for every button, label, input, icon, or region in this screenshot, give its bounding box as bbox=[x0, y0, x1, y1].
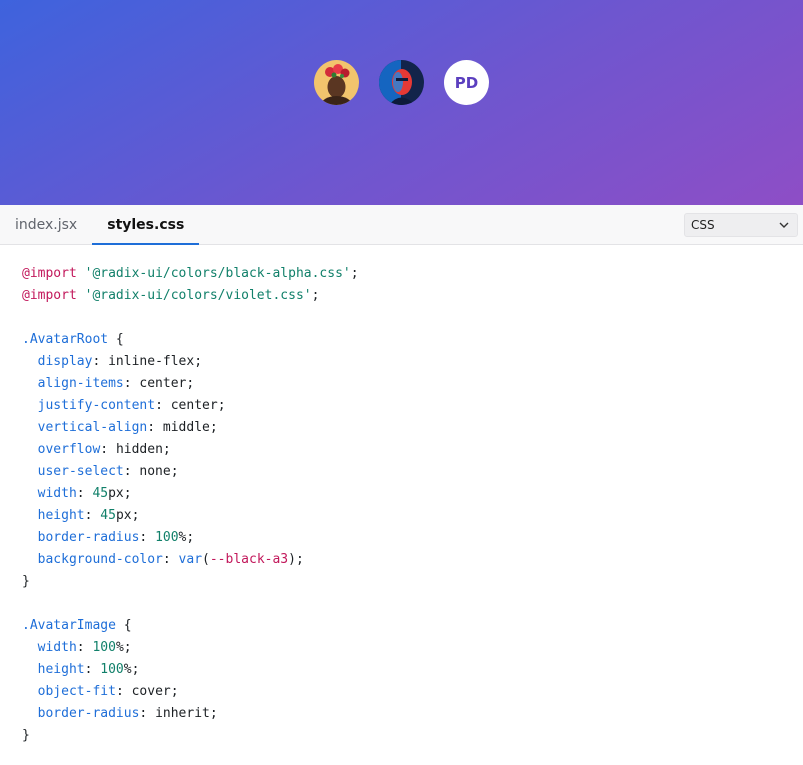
code-value: center bbox=[139, 376, 187, 391]
code-property: height bbox=[37, 508, 85, 523]
code-property: border-radius bbox=[37, 706, 140, 721]
chevron-down-icon bbox=[779, 222, 789, 228]
code-at-rule: @import bbox=[22, 288, 77, 303]
avatar-group: PD bbox=[314, 60, 489, 105]
code-line: height: 45px; bbox=[37, 508, 140, 523]
code-number: 100 bbox=[155, 530, 179, 545]
code-property: width bbox=[37, 640, 77, 655]
code-line: @import '@radix-ui/colors/black-alpha.cs… bbox=[22, 266, 359, 281]
code-property: width bbox=[37, 486, 77, 501]
code-line: } bbox=[22, 728, 30, 743]
code-property: align-items bbox=[37, 376, 124, 391]
code-value: center bbox=[170, 398, 218, 413]
code-property: justify-content bbox=[37, 398, 156, 413]
code-line: height: 100%; bbox=[37, 662, 140, 677]
code-unit: px bbox=[115, 508, 132, 523]
code-property: border-radius bbox=[37, 530, 140, 545]
code-line: width: 100%; bbox=[37, 640, 132, 655]
code-property: object-fit bbox=[37, 684, 116, 699]
code-property: height bbox=[37, 662, 85, 677]
code-number: 45 bbox=[92, 486, 109, 501]
code-line: user-select: none; bbox=[37, 464, 179, 479]
language-select-value: CSS bbox=[691, 218, 715, 232]
code-selector: .AvatarRoot bbox=[22, 332, 109, 347]
preview-pane: PD bbox=[0, 0, 803, 205]
avatar-photo-person-red-blue-icon bbox=[379, 60, 424, 105]
code-property: overflow bbox=[37, 442, 101, 457]
code-number: 100 bbox=[92, 640, 116, 655]
code-property: display bbox=[37, 354, 93, 369]
code-line: background-color: var(--black-a3); bbox=[37, 552, 304, 567]
code-number: 45 bbox=[100, 508, 116, 523]
code-value: inline-flex bbox=[108, 354, 195, 369]
code-line: overflow: hidden; bbox=[37, 442, 171, 457]
code-property: vertical-align bbox=[37, 420, 148, 435]
code-line: object-fit: cover; bbox=[37, 684, 179, 699]
code-line: justify-content: center; bbox=[37, 398, 226, 413]
code-property: user-select bbox=[37, 464, 124, 479]
code-value: none bbox=[139, 464, 171, 479]
code-unit: % bbox=[115, 640, 124, 655]
code-line: vertical-align: middle; bbox=[37, 420, 218, 435]
code-line: border-radius: inherit; bbox=[37, 706, 218, 721]
code-string: '@radix-ui/colors/black-alpha.css' bbox=[84, 266, 351, 281]
code-number: 100 bbox=[100, 662, 124, 677]
code-selector: .AvatarImage bbox=[22, 618, 116, 633]
editor-tab-bar: index.jsx styles.css CSS bbox=[0, 205, 803, 245]
avatar-image-1 bbox=[314, 60, 359, 105]
code-line: border-radius: 100%; bbox=[37, 530, 195, 545]
code-value: inherit bbox=[155, 706, 210, 721]
avatar-photo-woman-flowers-icon bbox=[314, 60, 359, 105]
code-value: cover bbox=[131, 684, 171, 699]
avatar-image-2 bbox=[379, 60, 424, 105]
code-line: .AvatarRoot { bbox=[22, 332, 124, 347]
code-line: display: inline-flex; bbox=[37, 354, 203, 369]
code-line: .AvatarImage { bbox=[22, 618, 132, 633]
language-select[interactable]: CSS bbox=[684, 213, 798, 237]
code-value: middle bbox=[162, 420, 210, 435]
code-line: width: 45px; bbox=[37, 486, 132, 501]
code-line: @import '@radix-ui/colors/violet.css'; bbox=[22, 288, 320, 303]
tab-styles-css[interactable]: styles.css bbox=[92, 205, 200, 245]
tab-index-jsx[interactable]: index.jsx bbox=[0, 205, 92, 244]
code-variable: --black-a3 bbox=[209, 552, 289, 567]
code-line: } bbox=[22, 574, 30, 589]
code-unit: px bbox=[108, 486, 124, 501]
code-at-rule: @import bbox=[22, 266, 77, 281]
code-function: var bbox=[178, 552, 203, 567]
avatar-fallback: PD bbox=[444, 60, 489, 105]
code-string: '@radix-ui/colors/violet.css' bbox=[84, 288, 312, 303]
code-unit: % bbox=[123, 662, 132, 677]
code-property: background-color bbox=[37, 552, 163, 567]
code-line: align-items: center; bbox=[37, 376, 195, 391]
code-block: @import '@radix-ui/colors/black-alpha.cs… bbox=[0, 245, 803, 765]
code-value: hidden bbox=[115, 442, 163, 457]
avatar-initials: PD bbox=[454, 73, 479, 92]
